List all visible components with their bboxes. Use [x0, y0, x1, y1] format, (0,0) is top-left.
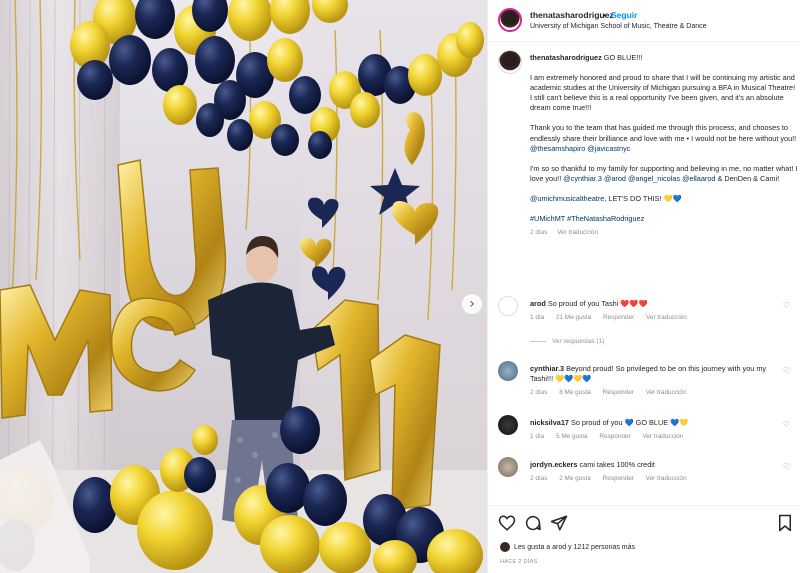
action-bar: Les gusta a arod y 1212 personas más HAC… — [488, 505, 800, 573]
caption-first-line: GO BLUE!!! — [603, 53, 643, 62]
post-header: thenatasharodriguez • Seguir University … — [488, 0, 800, 42]
comment-likes[interactable]: 5 Me gusta — [556, 433, 588, 440]
comment-time: 2 días — [530, 475, 548, 483]
caption-paragraph-1: I am extremely honored and proud to shar… — [530, 73, 796, 113]
reply-link[interactable]: Responder — [603, 314, 634, 321]
mention-link[interactable]: @arod — [604, 174, 626, 183]
caption-paragraph-4: @umichmusicaltheatre, LET'S DO THIS! 💛💙 — [530, 194, 798, 204]
translate-link[interactable]: Ver traducción — [642, 433, 683, 440]
separator-dot: • — [603, 10, 606, 20]
hashtags[interactable]: #UMichMT #TheNatashaRodriguez — [530, 214, 798, 224]
comment-time: 2 días — [530, 389, 548, 397]
caption-translate-link[interactable]: Ver traducción — [557, 229, 598, 236]
send-icon[interactable] — [550, 514, 568, 532]
mention-link[interactable]: @umichmusicaltheatre — [530, 194, 604, 203]
comment-time: 1 día — [530, 433, 545, 441]
view-replies-link[interactable]: Ver respuestas (1) — [530, 338, 604, 345]
comment-text: cami takes 100% credit — [579, 460, 655, 469]
comment-avatar[interactable] — [498, 415, 518, 435]
mention-link[interactable]: @thesamshapiro — [530, 144, 585, 153]
likes-summary[interactable]: Les gusta a arod y 1212 personas más — [500, 542, 635, 552]
comment-text: So proud of you Tashi ❤️❤️❤️ — [547, 299, 648, 308]
comment-avatar[interactable] — [498, 457, 518, 477]
likes-summary-text[interactable]: Les gusta a arod y 1212 personas más — [514, 544, 635, 551]
mention-link[interactable]: @cynthiar.3 — [563, 174, 602, 183]
comment-username[interactable]: jordyn.eckers — [530, 460, 577, 469]
bookmark-icon[interactable] — [776, 514, 794, 532]
heart-icon[interactable] — [498, 514, 516, 532]
reply-link[interactable]: Responder — [603, 475, 634, 482]
mention-link[interactable]: @javicastnyc — [587, 144, 630, 153]
caption-username[interactable]: thenatasharodriguez — [530, 53, 602, 62]
liker-avatar — [500, 542, 510, 552]
avatar[interactable] — [498, 8, 522, 32]
heart-icon[interactable]: ♡ — [783, 366, 790, 375]
caption-p2-text: Thank you to the team that has guided me… — [530, 123, 797, 143]
location-text[interactable]: University of Michigan School of Music, … — [530, 23, 707, 30]
comment-avatar[interactable] — [498, 296, 518, 316]
heart-icon[interactable]: ♡ — [783, 462, 790, 471]
chevron-right-icon[interactable]: › — [462, 294, 482, 314]
follow-button[interactable]: Seguir — [611, 10, 637, 20]
caption-paragraph-2: Thank you to the team that has guided me… — [530, 123, 798, 153]
mention-link[interactable]: @ellaarod — [682, 174, 715, 183]
comment-username[interactable]: nicksilva17 — [530, 418, 569, 427]
comment-avatar[interactable] — [498, 361, 518, 381]
translate-link[interactable]: Ver traducción — [646, 475, 687, 482]
caption-paragraph-3: I'm so so thankful to my family for supp… — [530, 164, 798, 184]
balloon-scene — [0, 0, 487, 573]
comment-text: So proud of you 💙 GO BLUE 💙💛 — [570, 418, 689, 427]
translate-link[interactable]: Ver traducción — [646, 314, 687, 321]
caption-avatar[interactable] — [498, 50, 522, 74]
comment-text: Beyond proud! So privileged to be on thi… — [530, 364, 767, 384]
post-photo[interactable]: › — [0, 0, 487, 573]
header-username[interactable]: thenatasharodriguez — [530, 10, 614, 20]
comment-time: 1 día — [530, 314, 545, 322]
post-timestamp: HACE 2 DÍAS — [500, 559, 538, 565]
comment-username[interactable]: arod — [530, 299, 546, 308]
heart-icon[interactable]: ♡ — [783, 301, 790, 310]
caption-p4-text: , LET'S DO THIS! 💛💙 — [604, 193, 682, 203]
heart-icon[interactable]: ♡ — [783, 420, 790, 429]
mention-link[interactable]: @angel_nicolas — [628, 174, 680, 183]
reply-link[interactable]: Responder — [599, 433, 630, 440]
reply-link[interactable]: Responder — [603, 389, 634, 396]
comment-likes[interactable]: 2 Me gusta — [559, 475, 591, 482]
comment-username[interactable]: cynthiar.3 — [530, 364, 564, 373]
caption-p3-tail: & DenDen & Cami! — [717, 173, 780, 183]
comment-likes[interactable]: 8 Me gusta — [559, 389, 591, 396]
caption-time: 2 días — [530, 229, 548, 237]
post-sidebar: thenatasharodriguez • Seguir University … — [487, 0, 800, 573]
caption-meta: 2 días Ver traducción — [530, 228, 798, 238]
comment-icon[interactable] — [524, 514, 542, 532]
comment-likes[interactable]: 21 Me gusta — [556, 314, 591, 321]
translate-link[interactable]: Ver traducción — [646, 389, 687, 396]
